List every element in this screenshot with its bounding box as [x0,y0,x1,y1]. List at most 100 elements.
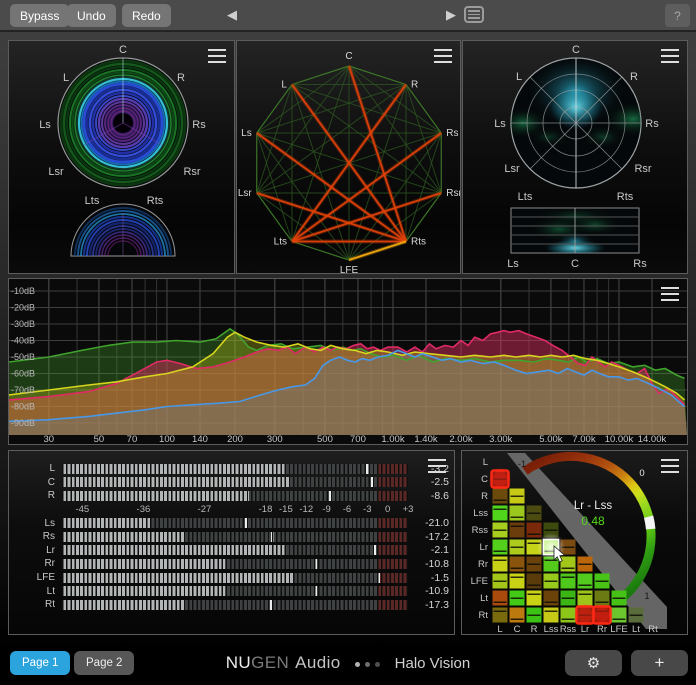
matrix-cell[interactable] [595,591,610,606]
channel-label: C [119,44,127,56]
rewind-icon[interactable]: ◀ [227,7,237,23]
gauge-min-label: -1 [518,459,526,470]
matrix-cell[interactable] [561,557,576,572]
add-panel-button[interactable]: + [631,650,688,676]
meter-scale-label: -3 [363,504,371,515]
panel-menu-icon[interactable] [661,49,679,63]
matrix-cell[interactable] [493,540,508,555]
meter-channel-label: R [9,490,62,501]
panel-menu-icon[interactable] [661,287,679,301]
top-toolbar: Bypass Undo Redo ◀ ▶ ? [0,0,696,32]
main-halo [58,58,188,188]
channel-label: Rs [192,119,206,131]
product-name: Halo Vision [395,655,471,672]
meter-row-R: R-8.6 [9,489,454,503]
db-axis-label: -90dB [11,418,35,428]
matrix-cell[interactable] [510,506,525,521]
matrix-cell[interactable] [493,506,508,521]
matrix-cell[interactable] [578,574,593,589]
channel-label: Ls [39,119,51,131]
play-icon[interactable]: ▶ [446,7,456,23]
matrix-cell[interactable] [527,523,542,538]
redo-button[interactable]: Redo [122,4,171,27]
matrix-cell[interactable] [510,557,525,572]
panel-menu-icon[interactable] [661,459,679,473]
level-meters-panel: L-3.2C-2.5R-8.6-45-36-27-18-15-12-9-6-30… [8,450,455,635]
meter-bar [62,491,408,501]
channel-label: C [571,258,579,270]
meter-bar [62,545,408,555]
matrix-row-label: R [481,491,488,502]
channel-label: Rts [617,191,634,203]
matrix-cell[interactable] [612,608,627,623]
spectrum-canvas: -10dB-20dB-30dB-40dB-50dB-60dB-70dB-80dB… [9,279,687,444]
panel-menu-icon[interactable] [208,49,226,63]
meter-row-C: C-2.5 [9,476,454,490]
freq-axis-label: 1.00k [381,434,404,444]
matrix-row-label: Rss [472,525,489,536]
db-axis-label: -20dB [11,303,35,313]
channel-label: Ls [507,258,519,270]
matrix-cell[interactable] [544,608,559,623]
correlation-matrix-canvas[interactable]: -1 0 1 Lr - Lss 0.48 LCRLssRssLrRrLFELtR… [462,451,687,634]
meter-bar [62,464,408,474]
height-plane [511,206,639,256]
channel-label: Lsr [504,163,520,175]
freq-axis-label: 1.40k [414,434,437,444]
matrix-cell[interactable] [510,574,525,589]
matrix-cell[interactable] [510,523,525,538]
meter-row-Rr: Rr-10.8 [9,557,454,571]
meter-scale-label: -9 [322,504,330,515]
channel-label: R [177,72,185,84]
channel-label: Rsr [634,163,651,175]
height-dome [71,204,175,256]
matrix-cell[interactable] [527,574,542,589]
matrix-col-label: R [531,624,538,634]
meter-channel-label: Rt [9,599,62,610]
matrix-cell[interactable] [561,608,576,623]
freq-axis-label: 300 [267,434,283,444]
meter-scale-label: -45 [75,504,89,515]
correlation-web-canvas: CRRsRsrRtsLFELtsLsrLsL [237,41,460,273]
spectrum-panel: -10dB-20dB-30dB-40dB-50dB-60dB-70dB-80dB… [8,278,688,445]
matrix-cell[interactable] [493,591,508,606]
correlation-alert-edge [292,193,441,242]
matrix-cell[interactable] [493,608,508,623]
undo-button[interactable]: Undo [67,4,116,27]
help-button[interactable]: ? [665,4,690,27]
matrix-cell[interactable] [578,591,593,606]
matrix-cell[interactable] [493,489,508,504]
matrix-cell[interactable] [561,574,576,589]
meter-value: -2.5 [408,476,454,488]
channel-label: Rs [633,258,647,270]
freq-axis-label: 30 [44,434,55,444]
meter-scale-label: -18 [259,504,273,515]
surround-halo-panel: C L R Ls Rs Lsr Rsr Lts Rts [8,40,235,274]
meter-row-LFE: LFE-1.5 [9,571,454,585]
gauge-zero-label: 0 [639,468,644,479]
panel-menu-icon[interactable] [434,49,452,63]
matrix-col-label: LFE [610,624,627,634]
settings-button[interactable]: ⚙ [565,650,622,676]
matrix-cell[interactable] [493,557,508,572]
playlist-icon[interactable] [464,6,484,23]
matrix-cell[interactable] [544,591,559,606]
db-axis-label: -40dB [11,336,35,346]
db-axis-label: -80dB [11,402,35,412]
freq-axis-label: 70 [127,434,138,444]
matrix-cells[interactable] [493,472,644,623]
matrix-cell[interactable] [527,591,542,606]
bypass-button[interactable]: Bypass [10,4,69,27]
gauge-max-label: 1 [644,591,649,602]
db-axis-label: -10dB [11,286,35,296]
matrix-row-label: Rr [478,559,488,570]
meter-row-Ls: Ls-21.0 [9,516,454,530]
matrix-cell[interactable] [510,608,525,623]
page2-button[interactable]: Page 2 [74,651,134,675]
page1-button[interactable]: Page 1 [10,651,70,675]
meter-bar [62,600,408,610]
channel-label: L [281,80,287,91]
meter-scale-label: +3 [403,504,414,515]
panel-menu-icon[interactable] [428,459,446,473]
correlation-matrix-panel: -1 0 1 Lr - Lss 0.48 LCRLssRssLrRrLFELtR… [461,450,688,635]
